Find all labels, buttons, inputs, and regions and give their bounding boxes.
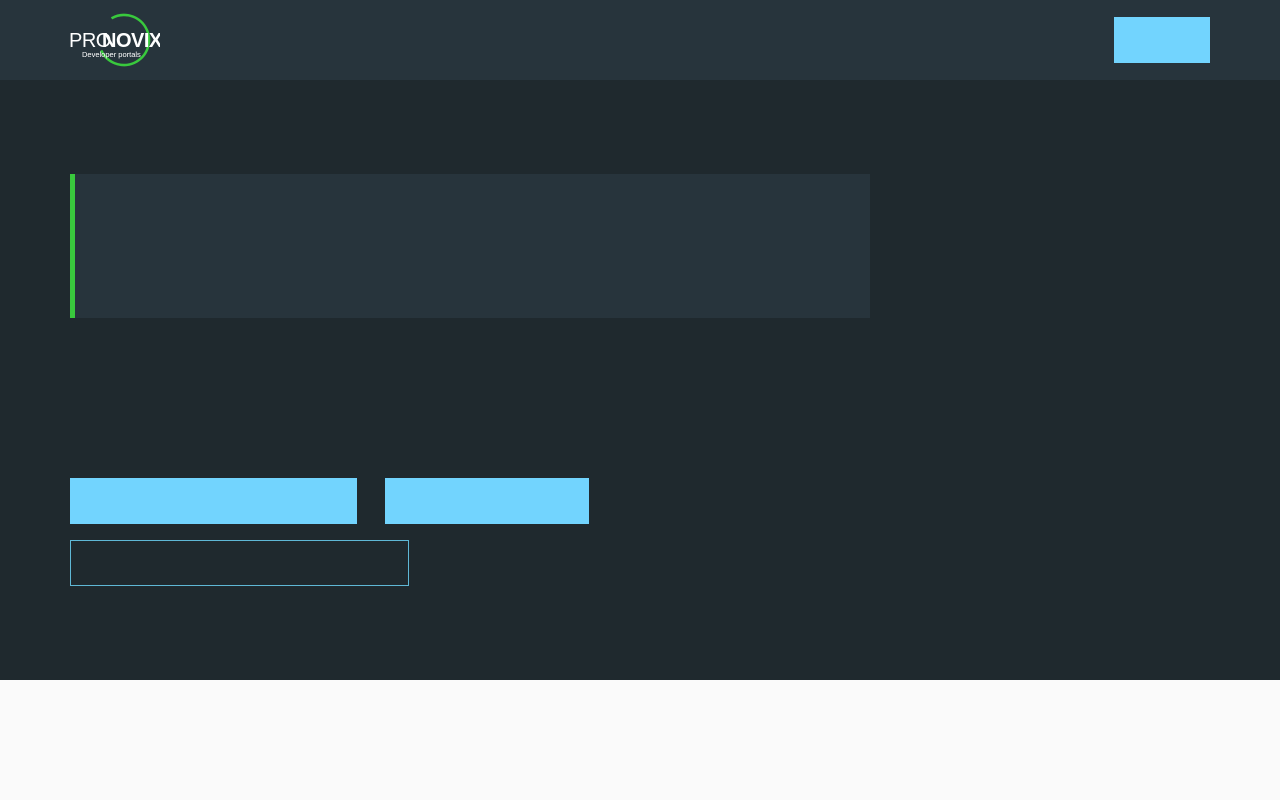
pronovix-logo[interactable]: PRO NOVIX Developer portals	[68, 12, 160, 68]
logo-tagline: Developer portals	[82, 50, 141, 59]
content-section	[0, 680, 1280, 800]
logo-text-novix: NOVIX	[102, 30, 160, 52]
header-cta-button[interactable]	[1114, 17, 1210, 63]
notice-box	[70, 174, 870, 318]
primary-button-1[interactable]	[70, 478, 357, 524]
hero-section	[0, 80, 1280, 680]
outline-button[interactable]	[70, 540, 409, 586]
logo-graphic: PRO NOVIX Developer portals	[69, 13, 160, 67]
site-header: PRO NOVIX Developer portals	[0, 0, 1280, 80]
primary-button-2[interactable]	[385, 478, 589, 524]
